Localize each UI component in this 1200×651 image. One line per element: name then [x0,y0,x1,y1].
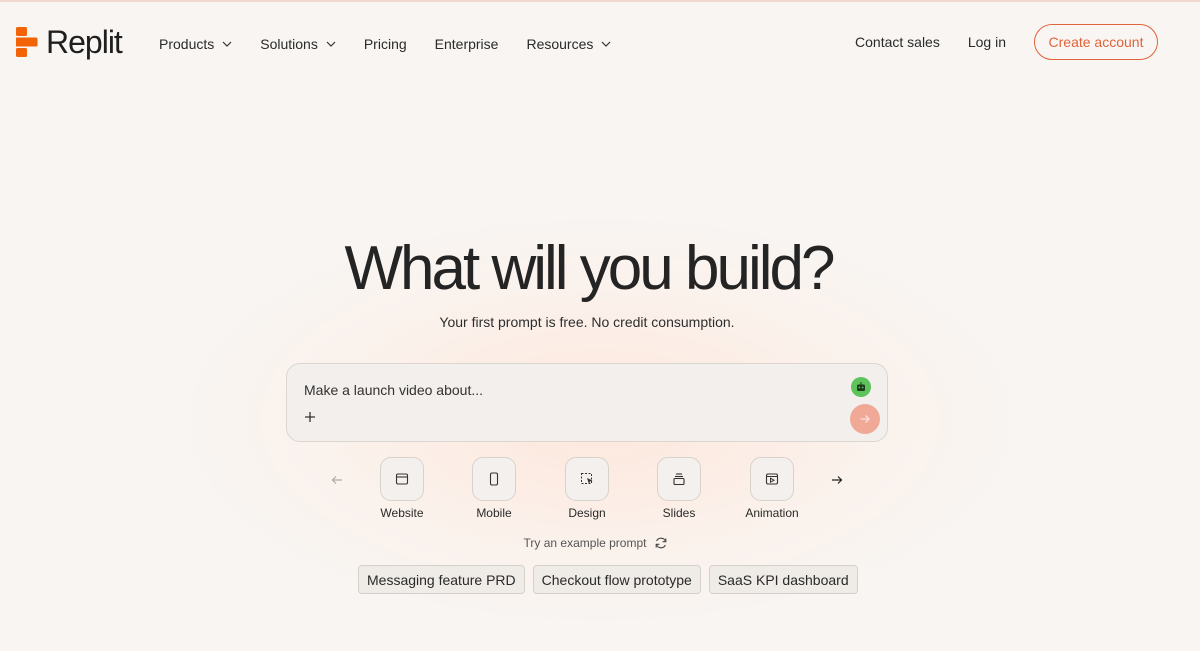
category-label: Design [568,506,606,520]
slides-icon [673,473,685,486]
example-chip[interactable]: SaaS KPI dashboard [708,565,858,594]
prompt-box [286,363,888,442]
arrow-right-icon [860,415,870,423]
robot-icon[interactable] [851,377,871,397]
category-animation[interactable]: Animation [732,457,812,520]
nav-links: Products Solutions Pricing Enterprise Re… [159,34,639,54]
category-design[interactable]: Design [547,457,627,520]
browser-window-icon [395,473,409,485]
category-label: Mobile [476,506,512,520]
category-tile [380,457,424,501]
contact-sales-link[interactable]: Contact sales [855,34,940,50]
nav-item-label: Pricing [363,36,407,52]
log-in-link[interactable]: Log in [968,34,1006,50]
nav-item-pricing[interactable]: Pricing [364,34,407,54]
category-tile [472,457,516,501]
chevron-down-icon [326,41,336,47]
nav-item-resources[interactable]: Resources [526,34,611,54]
prompt-input[interactable] [304,380,824,400]
plus-icon[interactable] [303,410,317,424]
robot-glyph [857,382,865,391]
nav-item-products[interactable]: Products [159,34,232,54]
example-prompt-label: Try an example prompt [523,536,647,550]
animation-play-icon [765,473,779,485]
category-label: Animation [745,506,799,520]
refresh-icon[interactable] [654,536,668,550]
nav-item-enterprise[interactable]: Enterprise [435,34,499,54]
category-tile [750,457,794,501]
design-select-icon [581,473,593,484]
chevron-down-icon [222,41,232,47]
nav-item-label: Resources [526,36,594,52]
category-slides[interactable]: Slides [639,457,719,520]
top-navbar: Replit Products Solutions Pricing Enterp… [0,0,1200,86]
chevron-down-icon [601,41,611,47]
send-button[interactable] [850,404,880,434]
category-label: Slides [662,506,696,520]
category-tile [657,457,701,501]
example-chips: Messaging feature PRD Checkout flow prot… [358,565,858,594]
hero-subtitle: Your first prompt is free. No credit con… [439,314,735,330]
category-label: Website [380,506,424,520]
brand-name: Replit [46,24,123,60]
phone-icon [489,472,499,486]
create-account-button[interactable]: Create account [1034,24,1158,60]
nav-item-label: Solutions [260,36,318,52]
arrow-left-icon[interactable] [329,472,345,488]
category-mobile[interactable]: Mobile [454,457,534,520]
nav-item-label: Products [159,36,215,52]
arrow-right-icon[interactable] [829,472,845,488]
nav-item-label: Enterprise [434,36,499,52]
example-prompt-row: Try an example prompt [0,536,1192,550]
example-chip[interactable]: Messaging feature PRD [358,565,525,594]
category-tile [565,457,609,501]
replit-logo-icon [16,27,38,57]
replit-logo[interactable]: Replit [16,24,123,60]
nav-item-solutions[interactable]: Solutions [260,34,336,54]
hero-title: What will you build? [344,234,836,303]
example-chip[interactable]: Checkout flow prototype [532,565,701,594]
category-website[interactable]: Website [362,457,442,520]
nav-actions: Contact sales Log in Create account [855,24,1158,60]
